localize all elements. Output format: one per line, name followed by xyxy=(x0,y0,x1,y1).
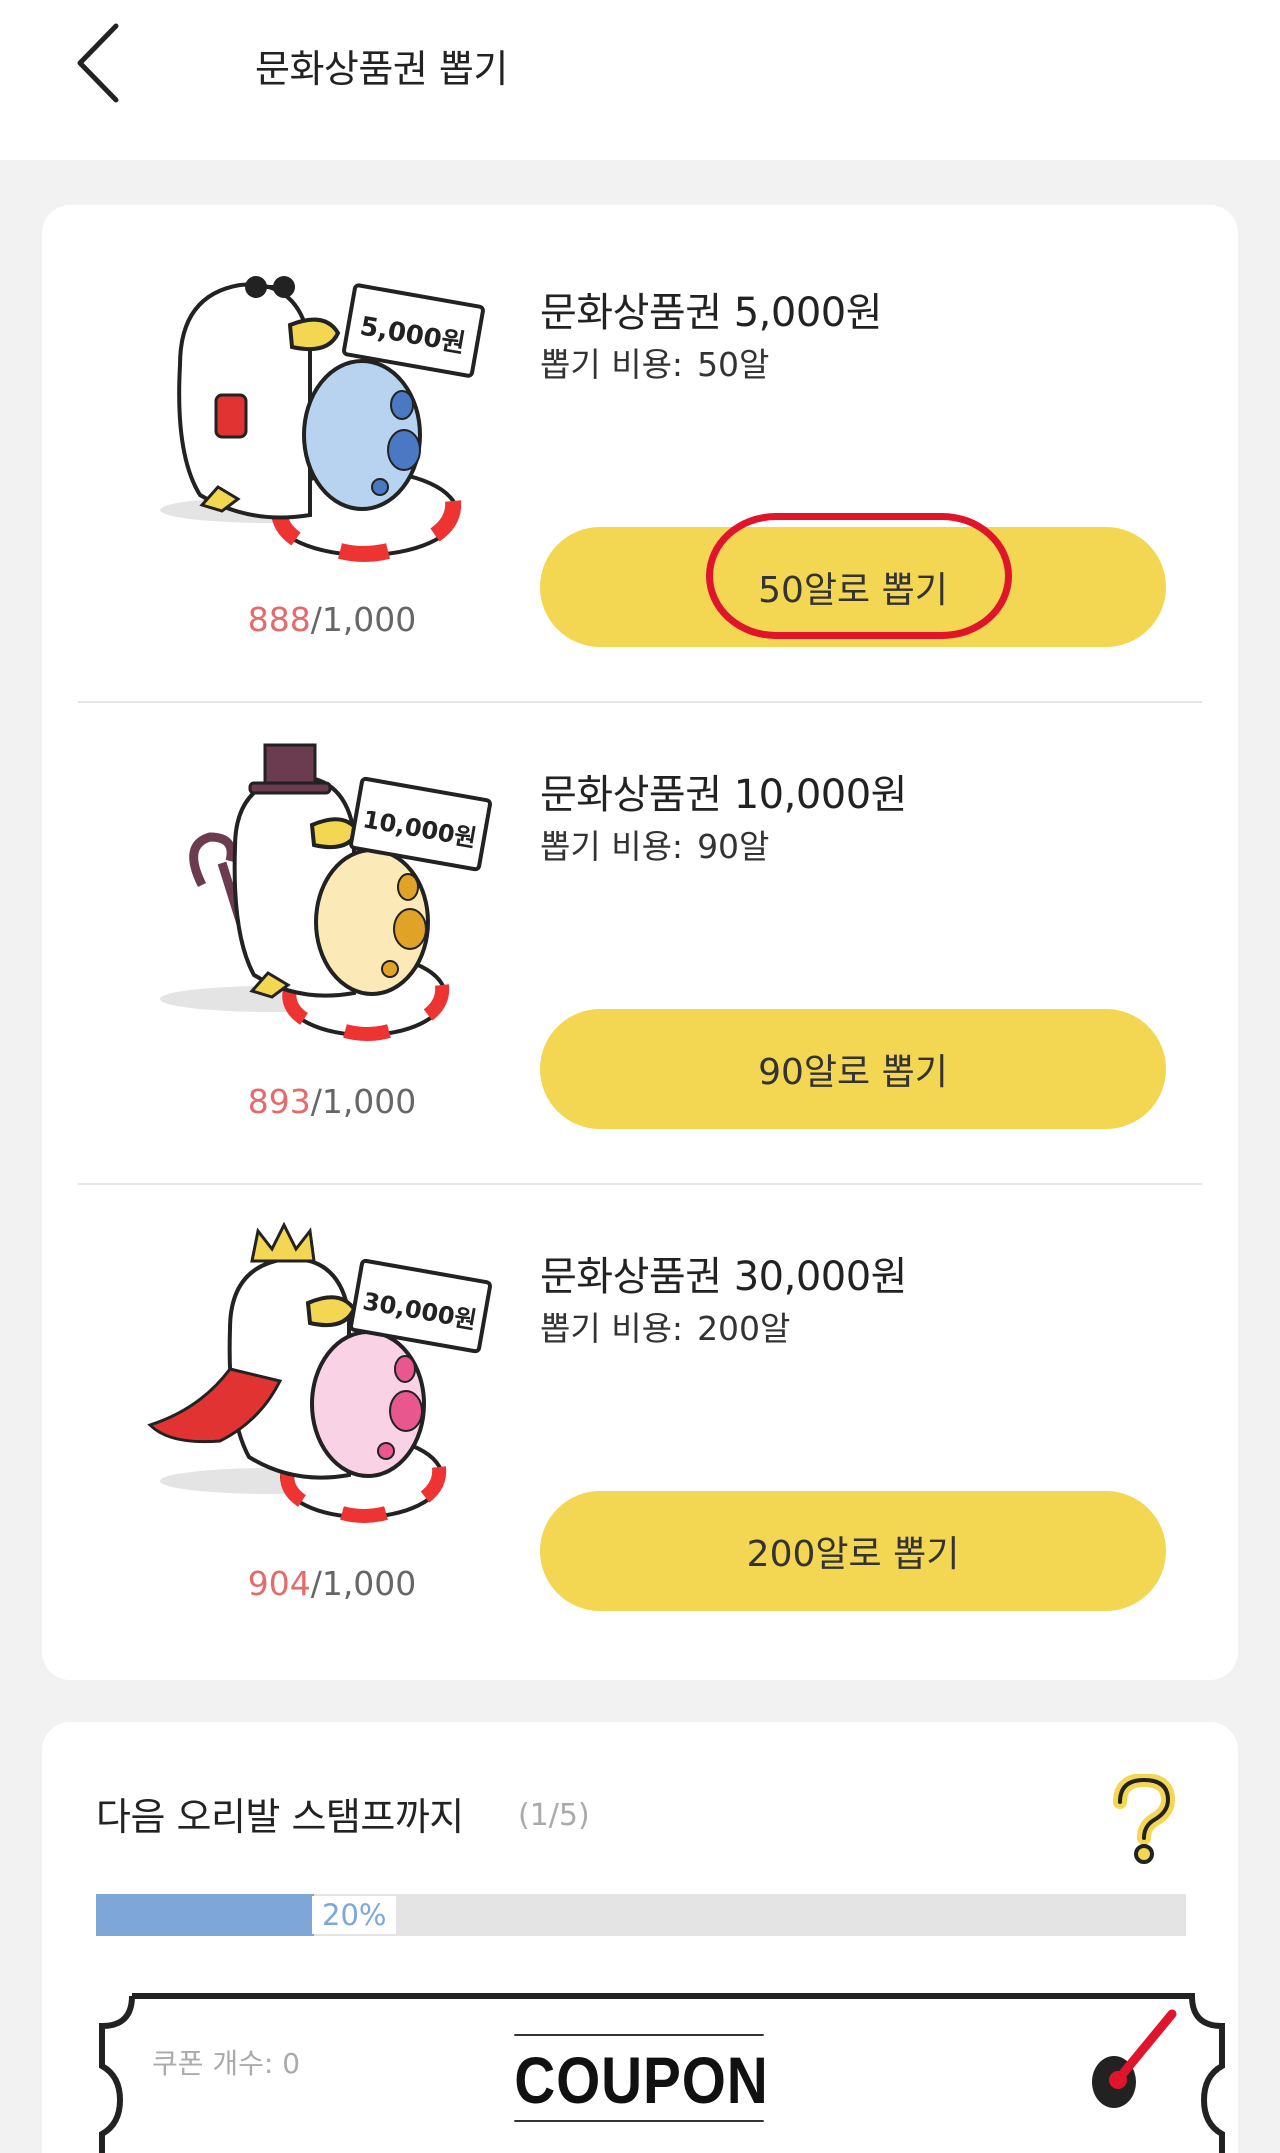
stamp-progress-bar: 20% xyxy=(96,1894,1186,1936)
draw-button-90[interactable]: 90알로 뽑기 xyxy=(540,1009,1166,1129)
duck-top-hat-illustration: 10,000원 xyxy=(160,743,492,1041)
stock-total: /1,000 xyxy=(310,600,417,639)
cost-label: 뽑기 비용: xyxy=(540,1309,684,1348)
stock-counter: 904/1,000 xyxy=(162,1564,502,1603)
prize-name: 문화상품권 5,000원 xyxy=(540,290,883,336)
cost-value: 50알 xyxy=(697,345,770,384)
draw-button-50[interactable]: 50알로 뽑기 xyxy=(540,527,1166,647)
prize-name: 문화상품권 30,000원 xyxy=(540,1254,907,1300)
prize-list-card: 5,000원 888/1,000 문화상품권 5,000원 뽑기 비용: 50알 … xyxy=(42,205,1238,1680)
stock-total: /1,000 xyxy=(310,1082,417,1121)
prize-cost: 뽑기 비용: 50알 xyxy=(540,338,769,386)
stamp-progress-card: 다음 오리발 스탬프까지 (1/5) 20% 쿠폰 개수: 0 COUPON xyxy=(42,1722,1238,2153)
cost-label: 뽑기 비용: xyxy=(540,827,684,866)
prize-item-30000: 30,000원 904/1,000 문화상품권 30,000원 뽑기 비용: 20… xyxy=(42,1169,1238,1651)
question-mark-icon xyxy=(1113,1772,1176,1864)
progress-label: 20% xyxy=(312,1896,397,1934)
stock-remaining: 888 xyxy=(247,600,311,639)
stamp-count: (1/5) xyxy=(518,1798,590,1833)
cost-value: 90알 xyxy=(697,827,770,866)
top-bar: 문화상품권 뽑기 xyxy=(0,0,1280,160)
dial-icon xyxy=(1092,2009,1177,2108)
stock-total: /1,000 xyxy=(310,1564,417,1603)
cost-label: 뽑기 비용: xyxy=(540,345,684,384)
cost-value: 200알 xyxy=(697,1309,791,1348)
help-button[interactable] xyxy=(1106,1772,1178,1866)
draw-button-200[interactable]: 200알로 뽑기 xyxy=(540,1491,1166,1611)
stamp-title: 다음 오리발 스탬프까지 xyxy=(96,1795,464,1839)
stock-counter: 893/1,000 xyxy=(162,1082,502,1121)
prize-name: 문화상품권 10,000원 xyxy=(540,772,907,818)
stock-remaining: 904 xyxy=(247,1564,311,1603)
coupon-count: 쿠폰 개수: 0 xyxy=(152,2047,301,2080)
page-title: 문화상품권 뽑기 xyxy=(255,47,508,91)
prize-item-10000: 10,000원 893/1,000 문화상품권 10,000원 뽑기 비용: 90… xyxy=(42,687,1238,1169)
stock-counter: 888/1,000 xyxy=(162,600,502,639)
stock-remaining: 893 xyxy=(247,1082,311,1121)
progress-fill xyxy=(96,1894,314,1936)
chevron-left-icon xyxy=(77,23,119,103)
back-button[interactable] xyxy=(58,18,138,108)
coupon-label: COUPON xyxy=(514,2034,768,2122)
prize-cost: 뽑기 비용: 90알 xyxy=(540,820,769,868)
prize-item-5000: 5,000원 888/1,000 문화상품권 5,000원 뽑기 비용: 50알 … xyxy=(42,205,1238,687)
prize-cost: 뽑기 비용: 200알 xyxy=(540,1302,790,1350)
duck-crown-illustration: 30,000원 xyxy=(147,1221,492,1523)
duck-sunglasses-illustration: 5,000원 xyxy=(160,276,485,562)
